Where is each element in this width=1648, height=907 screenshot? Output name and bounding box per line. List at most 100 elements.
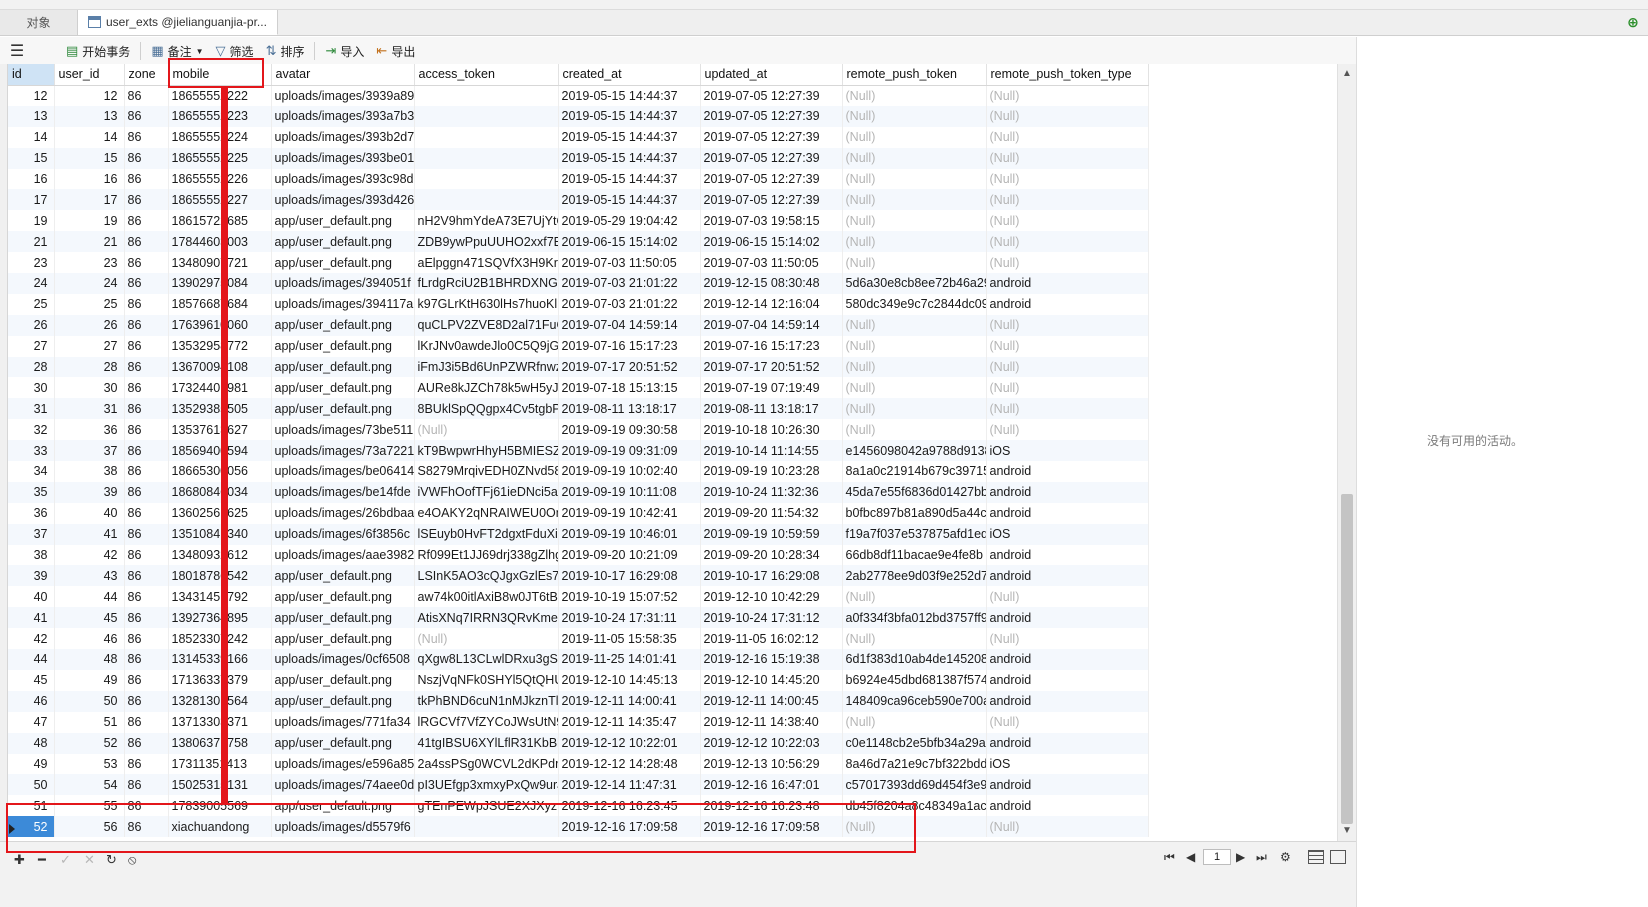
cell-created-at[interactable]: 2019-05-15 14:44:37 [558,85,701,106]
cell-created-at[interactable]: 2019-07-03 21:01:22 [558,273,701,294]
cell-remote-push-token[interactable]: 66db8df11bacae9e4fe8b [842,544,987,566]
cell-access-token[interactable]: lSEuyb0HvFT2dgxtFduXiN [414,523,559,545]
cell-mobile[interactable]: 17311351413 [168,753,272,775]
cell-created-at[interactable]: 2019-09-19 09:30:58 [558,419,701,441]
cell-remote-push-token-type[interactable]: (Null) [986,126,1149,148]
cell-mobile[interactable]: 17324401981 [168,377,272,399]
cell-updated-at[interactable]: 2019-10-18 10:26:30 [700,419,843,441]
cell-remote-push-token[interactable]: f19a7f037e537875afd1ed [842,523,987,545]
cell-user-id[interactable]: 48 [54,649,125,670]
cell-created-at[interactable]: 2019-07-03 11:50:05 [558,252,701,274]
cell-created-at[interactable]: 2019-07-16 15:17:23 [558,335,701,357]
cell-remote-push-token[interactable]: e1456098042a9788d9138 [842,440,987,462]
cell-user-id[interactable]: 23 [54,252,125,274]
cell-remote-push-token-type[interactable]: android [986,502,1149,524]
cell-updated-at[interactable]: 2019-07-03 11:50:05 [700,252,843,274]
table-row[interactable]: 42 46 86 18523307242 app/user_default.png (Nu… [8,628,1149,650]
cell-created-at[interactable]: 2019-07-17 20:51:52 [558,356,701,378]
cell-user-id[interactable]: 50 [54,690,125,712]
apply-changes-icon[interactable]: ✓ [60,852,71,868]
cell-id[interactable]: 26 [8,314,55,336]
cell-avatar[interactable]: uploads/images/393be01 [271,147,415,169]
cell-remote-push-token[interactable]: (Null) [842,816,987,838]
cell-created-at[interactable]: 2019-09-19 10:46:01 [558,523,701,545]
cell-zone[interactable]: 86 [124,147,169,169]
cell-remote-push-token[interactable]: c57017393dd69d454f3e9 [842,774,987,796]
cell-avatar[interactable]: uploads/images/3939a89 [271,85,415,106]
cell-avatar[interactable]: uploads/images/6f3856c [271,523,415,545]
cell-updated-at[interactable]: 2019-07-05 12:27:39 [700,85,843,106]
cell-mobile[interactable]: 18523307242 [168,628,272,650]
cell-user-id[interactable]: 25 [54,293,125,315]
cell-id[interactable]: 25 [8,293,55,315]
cell-avatar[interactable]: app/user_default.png [271,335,415,357]
table-row[interactable]: 17 17 86 18655552227 uploads/images/393d426 2… [8,189,1149,211]
cell-user-id[interactable]: 40 [54,502,125,524]
cell-remote-push-token[interactable]: (Null) [842,356,987,378]
cell-remote-push-token[interactable]: (Null) [842,335,987,357]
cell-user-id[interactable]: 36 [54,419,125,441]
cell-created-at[interactable]: 2019-08-11 13:18:17 [558,398,701,420]
cell-id[interactable]: 42 [8,628,55,650]
cell-mobile[interactable]: 17839005569 [168,795,272,817]
cell-created-at[interactable]: 2019-09-19 10:11:08 [558,481,701,503]
cell-updated-at[interactable]: 2019-07-05 12:27:39 [700,105,843,127]
cell-user-id[interactable]: 17 [54,189,125,211]
cell-id[interactable]: 31 [8,398,55,420]
cell-remote-push-token[interactable]: 6d1f383d10ab4de145208 [842,649,987,670]
cell-remote-push-token-type[interactable]: (Null) [986,210,1149,232]
cell-user-id[interactable]: 30 [54,377,125,399]
cell-remote-push-token[interactable]: (Null) [842,586,987,608]
tab-objects[interactable]: 对象 [0,10,78,35]
cell-updated-at[interactable]: 2019-09-19 10:23:28 [700,461,843,482]
cell-mobile[interactable]: xiachuandong [168,816,272,838]
cell-created-at[interactable]: 2019-07-04 14:59:14 [558,314,701,336]
cell-user-id[interactable]: 42 [54,544,125,566]
cell-remote-push-token-type[interactable]: android [986,544,1149,566]
table-row[interactable]: 30 30 86 17324401981 app/user_default.png AUR… [8,377,1149,399]
cell-remote-push-token-type[interactable]: android [986,732,1149,754]
cell-avatar[interactable]: uploads/images/e596a85 [271,753,415,775]
cell-remote-push-token-type[interactable]: android [986,293,1149,315]
cell-zone[interactable]: 86 [124,523,169,545]
cell-access-token[interactable]: k97GLrKtH630lHs7huoKl [414,293,559,315]
cell-id[interactable]: 17 [8,189,55,211]
cell-created-at[interactable]: 2019-07-03 21:01:22 [558,293,701,315]
cell-zone[interactable]: 86 [124,440,169,462]
cell-mobile[interactable]: 13145339166 [168,649,272,670]
cell-user-id[interactable]: 37 [54,440,125,462]
table-row[interactable]: 40 44 86 13431451792 app/user_default.png aw7… [8,586,1149,608]
cell-zone[interactable]: 86 [124,377,169,399]
cell-avatar[interactable]: uploads/images/393a7b3 [271,105,415,127]
cell-access-token[interactable]: kT9BwpwrHhyH5BMIESZ2 [414,440,559,462]
vertical-scrollbar[interactable]: ▲ ▼ [1337,64,1356,841]
cell-id[interactable]: 28 [8,356,55,378]
cell-access-token[interactable]: quCLPV2ZVE8D2al71FuGF [414,314,559,336]
add-record-icon[interactable]: ✚ [14,852,25,868]
cell-avatar[interactable]: app/user_default.png [271,795,415,817]
cell-updated-at[interactable]: 2019-12-13 10:56:29 [700,753,843,775]
cell-access-token[interactable]: ZDB9ywPpuUUHO2xxf7Ev [414,231,559,253]
scroll-up-icon[interactable]: ▲ [1338,66,1356,82]
cell-mobile[interactable]: 17844603003 [168,231,272,253]
first-page-icon[interactable]: ⏮ [1164,850,1175,865]
cell-id[interactable]: 14 [8,126,55,148]
cell-remote-push-token-type[interactable]: android [986,461,1149,482]
cell-user-id[interactable]: 26 [54,314,125,336]
cell-access-token[interactable]: gTEnPEWpJSUE2XJXyzEg [414,795,559,817]
cell-created-at[interactable]: 2019-12-11 14:00:41 [558,690,701,712]
cell-access-token[interactable]: 8BUklSpQQgpx4Cv5tgbPl [414,398,559,420]
cell-zone[interactable]: 86 [124,649,169,670]
cell-avatar[interactable]: app/user_default.png [271,565,415,587]
sort-button[interactable]: ⇅ 排序 [260,40,311,62]
cell-user-id[interactable]: 54 [54,774,125,796]
cell-zone[interactable]: 86 [124,795,169,817]
table-row[interactable]: 24 24 86 13902975084 uploads/images/394051f f… [8,273,1149,294]
cell-user-id[interactable]: 39 [54,481,125,503]
cell-mobile[interactable]: 18680846034 [168,481,272,503]
grid-view-icon[interactable] [1308,850,1324,864]
cell-remote-push-token[interactable]: (Null) [842,189,987,211]
cell-updated-at[interactable]: 2019-07-17 20:51:52 [700,356,843,378]
cell-zone[interactable]: 86 [124,753,169,775]
cell-avatar[interactable]: uploads/images/d5579f6 [271,816,415,838]
